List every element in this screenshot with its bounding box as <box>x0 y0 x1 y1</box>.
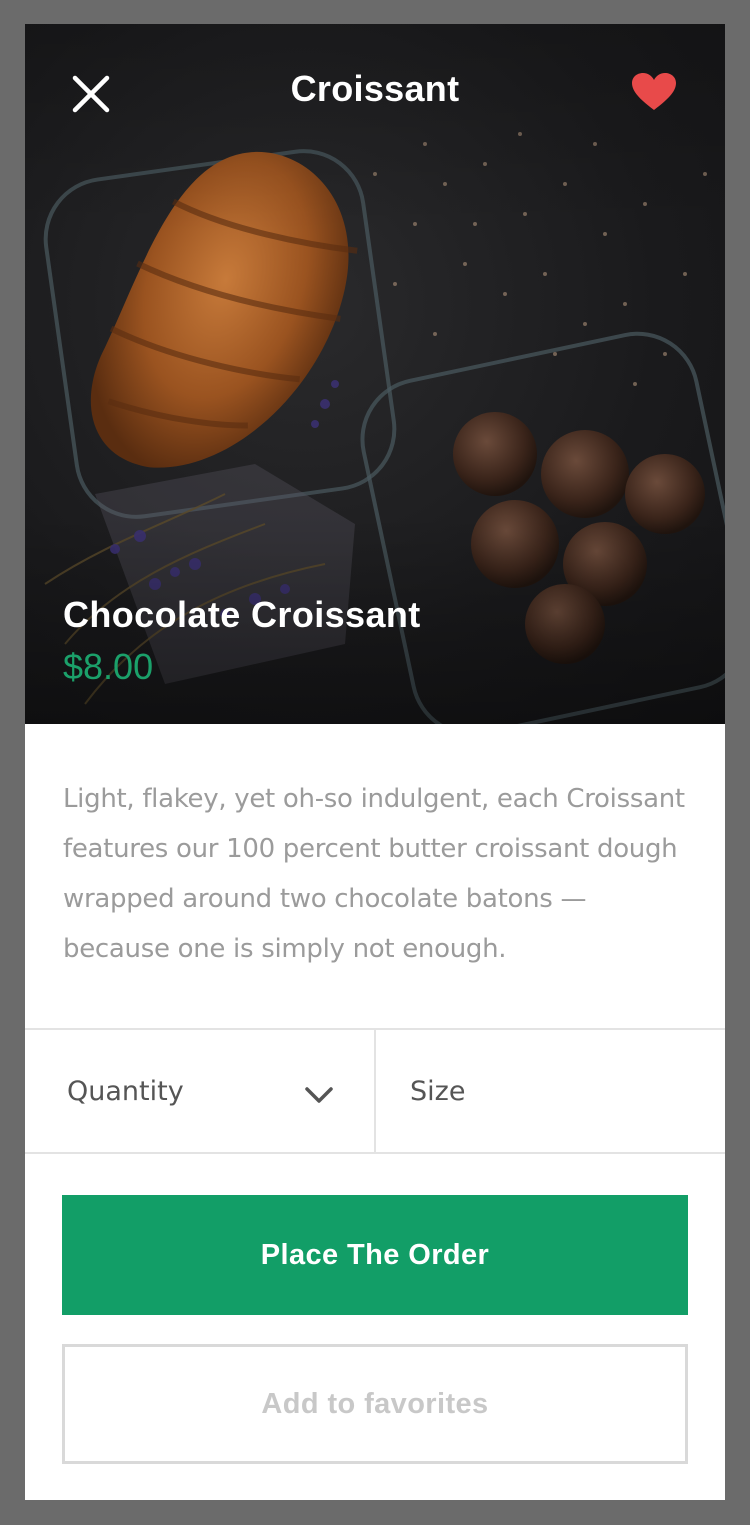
quantity-dropdown[interactable]: Quantity <box>25 1030 374 1152</box>
size-label: Size <box>410 1076 466 1107</box>
product-screen: Croissant Chocolate Croissant $8.00 Ligh… <box>25 24 725 1500</box>
product-price: $8.00 <box>63 646 154 687</box>
favorite-toggle[interactable] <box>631 72 677 112</box>
chevron-down-icon <box>305 1087 333 1103</box>
size-dropdown[interactable]: Size <box>374 1030 725 1152</box>
product-name: Chocolate Croissant <box>63 594 421 635</box>
add-to-favorites-button[interactable]: Add to favorites <box>62 1344 688 1464</box>
quantity-label: Quantity <box>67 1076 184 1107</box>
product-description: Light, flakey, yet oh-so indulgent, each… <box>63 784 685 964</box>
option-selectors: Quantity Size <box>25 1028 725 1154</box>
product-hero-image: Croissant Chocolate Croissant $8.00 <box>25 24 725 724</box>
page-title: Croissant <box>290 68 460 109</box>
place-order-button[interactable]: Place The Order <box>62 1195 688 1315</box>
heart-icon <box>632 73 676 110</box>
